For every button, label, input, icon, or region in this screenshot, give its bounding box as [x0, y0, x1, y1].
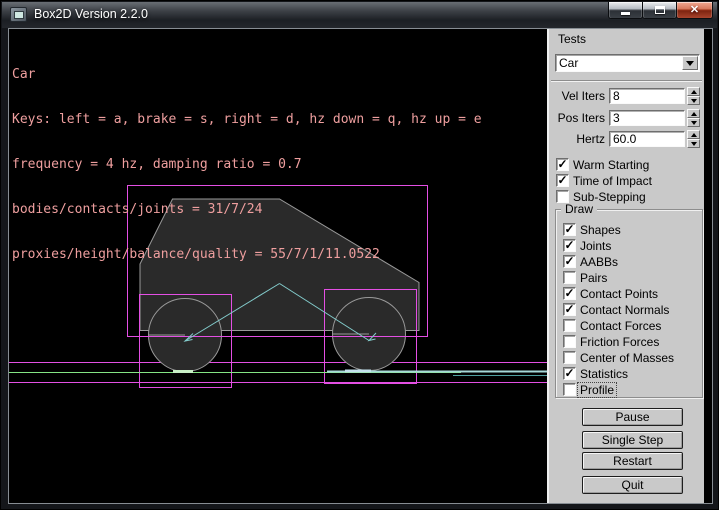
check-icon: ✓ [564, 256, 574, 267]
tests-dropdown-value: Car [559, 56, 578, 70]
pos-iters-label: Pos Iters [549, 111, 605, 125]
hertz-input[interactable] [609, 131, 685, 147]
check-icon: ✓ [557, 175, 567, 186]
check-icon: ✓ [564, 224, 574, 235]
checkbox-label: Statistics [580, 367, 628, 381]
hud-stats-line-1: bodies/contacts/joints = 31/7/24 [12, 202, 482, 217]
checkbox-label: Pairs [580, 271, 607, 285]
checkbox-box: ✓ [556, 174, 569, 187]
single-step-button[interactable]: Single Step [582, 431, 683, 449]
spinner-up-icon [691, 133, 697, 137]
canvas-right-strip [704, 29, 712, 503]
maximize-button[interactable] [642, 2, 677, 19]
quit-button-label: Quit [621, 478, 643, 492]
vel-iters-input[interactable] [609, 88, 685, 104]
checkbox-label: Profile [578, 383, 616, 397]
minimize-icon [621, 12, 630, 15]
checkbox-label: Friction Forces [580, 335, 659, 349]
draw-group-title: Draw [561, 203, 597, 215]
hud-text: Car Keys: left = a, brake = s, right = d… [12, 37, 482, 292]
close-button[interactable]: ✕ [676, 2, 713, 19]
checkbox-box: ✓ [563, 367, 576, 380]
spinner-down-icon [691, 142, 697, 146]
restart-button-label: Restart [613, 454, 652, 468]
hud-stats-line-2: proxies/height/balance/quality = 55/7/1/… [12, 247, 482, 262]
spinner-down-icon [691, 99, 697, 103]
titlebar[interactable]: Box2D Version 2.2.0 ✕ [2, 2, 717, 28]
window-controls: ✕ [609, 2, 713, 19]
hud-keys-line: Keys: left = a, brake = s, right = d, hz… [12, 112, 482, 127]
control-panel: Tests Car Vel Iters Pos Iters [547, 29, 704, 503]
pause-button[interactable]: Pause [582, 408, 683, 426]
maximize-icon [655, 6, 665, 14]
hertz-spinner-down-button[interactable] [687, 139, 700, 148]
checkbox-box [563, 351, 576, 364]
client-area: Car Keys: left = a, brake = s, right = d… [8, 28, 713, 504]
close-icon: ✕ [690, 3, 699, 18]
spinner-down-icon [691, 121, 697, 125]
checkbox-label: Contact Points [580, 287, 658, 301]
checkbox-label: Center of Masses [580, 351, 674, 365]
pos-iters-spinner-up-button[interactable] [687, 109, 700, 118]
check-icon: ✓ [557, 159, 567, 170]
checkbox-label: AABBs [580, 255, 618, 269]
separator [551, 80, 702, 82]
hertz-spinner [687, 130, 700, 148]
pos-iters-input[interactable] [609, 110, 685, 126]
checkbox-box [563, 271, 576, 284]
hud-frequency-line: frequency = 4 hz, damping ratio = 0.7 [12, 157, 482, 172]
app-window: Box2D Version 2.2.0 ✕ [0, 0, 719, 510]
rear-contact-point [173, 370, 193, 373]
check-icon: ✓ [564, 240, 574, 251]
vel-iters-label: Vel Iters [549, 89, 605, 103]
pos-iters-row: Pos Iters [549, 109, 704, 127]
window-title: Box2D Version 2.2.0 [34, 2, 148, 28]
checkbox-label: Contact Forces [580, 319, 661, 333]
checkbox-box [563, 335, 576, 348]
vel-iters-spinner-up-button[interactable] [687, 87, 700, 96]
checkbox-box: ✓ [556, 158, 569, 171]
front-contact-point [345, 370, 371, 373]
pos-iters-spinner [687, 109, 700, 127]
pause-button-label: Pause [615, 410, 649, 424]
simulation-canvas[interactable]: Car Keys: left = a, brake = s, right = d… [9, 29, 547, 503]
minimize-button[interactable] [608, 2, 643, 19]
hud-test-name: Car [12, 67, 482, 82]
tests-dropdown[interactable]: Car [555, 54, 700, 72]
checkbox-box: ✓ [563, 255, 576, 268]
dropdown-arrow-icon [686, 61, 694, 66]
restart-button[interactable]: Restart [582, 452, 683, 470]
check-icon: ✓ [564, 288, 574, 299]
vel-iters-spinner-down-button[interactable] [687, 96, 700, 105]
check-icon: ✓ [564, 304, 574, 315]
checkbox-label: Time of Impact [573, 174, 652, 188]
checkbox-label: Joints [580, 239, 611, 253]
checkbox-box [563, 319, 576, 332]
app-icon[interactable] [10, 7, 27, 22]
checkbox-box: ✓ [563, 239, 576, 252]
quit-button[interactable]: Quit [582, 476, 683, 494]
checkbox-label: Contact Normals [580, 303, 669, 317]
checkbox-box: ✓ [563, 303, 576, 316]
spinner-up-icon [691, 112, 697, 116]
hertz-label: Hertz [549, 132, 605, 146]
hertz-row: Hertz [549, 130, 704, 148]
pos-iters-spinner-down-button[interactable] [687, 118, 700, 127]
checkbox-label: Warm Starting [573, 158, 649, 172]
single-step-button-label: Single Step [602, 433, 663, 447]
vel-iters-row: Vel Iters [549, 87, 704, 105]
tests-dropdown-button[interactable] [682, 56, 698, 70]
checkbox-box: ✓ [563, 223, 576, 236]
tests-label: Tests [558, 32, 586, 46]
checkbox-label: Shapes [580, 223, 621, 237]
hertz-spinner-up-button[interactable] [687, 130, 700, 139]
vel-iters-spinner [687, 87, 700, 105]
spinner-up-icon [691, 90, 697, 94]
checkbox-box [563, 383, 576, 396]
check-icon: ✓ [564, 368, 574, 379]
checkbox-box: ✓ [563, 287, 576, 300]
